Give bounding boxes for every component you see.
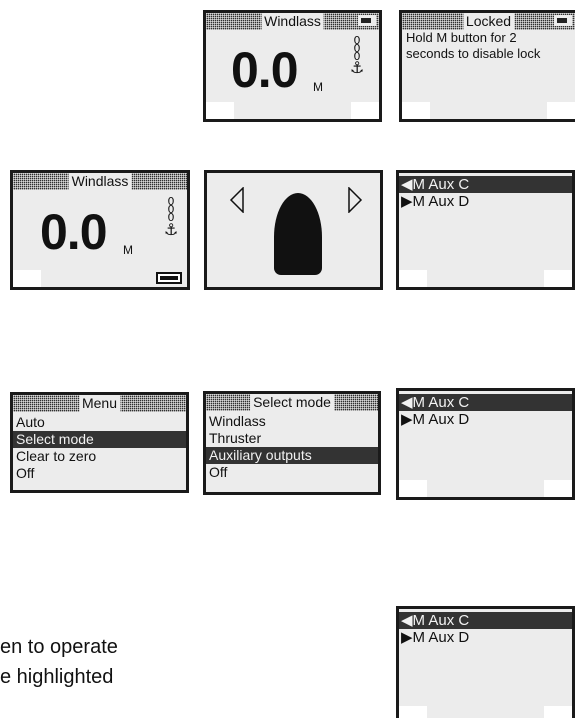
lock-icon — [358, 15, 376, 26]
soft-key-right — [544, 480, 572, 497]
aux-item-label: M Aux D — [412, 629, 470, 646]
screen-title: Menu — [78, 395, 121, 412]
caption-line-2: e highlighted — [0, 666, 114, 688]
lock-message: Hold M button for 2 seconds to disable l… — [406, 30, 541, 61]
locked-screen: Locked Hold M button for 2 seconds to di… — [399, 10, 575, 122]
soft-key-right — [547, 102, 575, 119]
menu-item-clear-to-zero[interactable]: Clear to zero — [13, 448, 186, 465]
menu-list: Auto Select mode Clear to zero Off — [13, 414, 186, 482]
right-arrow-icon: ▶ — [401, 193, 413, 210]
aux-item-label: M Aux C — [412, 612, 470, 629]
anchor-icon: ⚓ — [350, 58, 365, 77]
menu-screen: Menu Auto Select mode Clear to zero Off — [10, 392, 189, 493]
screen-title: Windlass — [261, 13, 324, 30]
lock-icon — [554, 15, 572, 26]
windlass-screen-battery: Windlass 0.0 M 000 ⚓ — [10, 170, 190, 290]
menu-item-off[interactable]: Off — [13, 465, 186, 482]
mode-item-thruster[interactable]: Thruster — [206, 430, 378, 447]
anchor-icon: ⚓ — [164, 220, 179, 239]
aux-list: ◀M Aux C ▶M Aux D — [399, 394, 572, 428]
soft-key-right — [544, 270, 572, 287]
left-arrow-icon: ◀ — [401, 176, 413, 193]
soft-key-left — [402, 102, 430, 119]
aux-output-screen-1: ◀M Aux C ▶M Aux D — [396, 170, 575, 290]
chain-icon: 000 — [167, 195, 175, 224]
aux-output-screen-3: ◀M Aux C ▶M Aux D — [396, 606, 575, 718]
aux-list: ◀M Aux C ▶M Aux D — [399, 176, 572, 210]
screen-header: Locked — [402, 13, 575, 30]
select-mode-screen: Select mode Windlass Thruster Auxiliary … — [203, 391, 381, 495]
soft-key-left — [399, 270, 427, 287]
aux-item-label: M Aux D — [412, 411, 470, 428]
left-arrow-icon: ◀ — [401, 394, 413, 411]
unit-label: M — [123, 243, 133, 257]
soft-key-right — [544, 706, 572, 718]
aux-output-screen-2: ◀M Aux C ▶M Aux D — [396, 388, 575, 500]
windlass-screen-top: Windlass 0.0 M 000 ⚓ — [203, 10, 382, 122]
mode-item-auxiliary-outputs[interactable]: Auxiliary outputs — [206, 447, 378, 464]
left-arrow-icon: ◀ — [401, 612, 413, 629]
aux-item-label: M Aux D — [412, 193, 470, 210]
battery-icon — [156, 272, 182, 284]
aux-item-label: M Aux C — [412, 394, 470, 411]
soft-key-left — [206, 102, 234, 119]
unit-label: M — [313, 80, 323, 94]
thruster-screen — [204, 170, 383, 290]
aux-item-d[interactable]: ▶M Aux D — [399, 411, 572, 428]
right-arrow-icon — [348, 187, 363, 213]
soft-key-left — [13, 270, 41, 287]
aux-list: ◀M Aux C ▶M Aux D — [399, 612, 572, 646]
mode-item-windlass[interactable]: Windlass — [206, 413, 378, 430]
aux-item-label: M Aux C — [412, 176, 470, 193]
caption-line-1: en to operate — [0, 636, 118, 658]
screen-header: Windlass — [206, 13, 379, 30]
menu-item-auto[interactable]: Auto — [13, 414, 186, 431]
screen-header: Select mode — [206, 394, 378, 411]
menu-item-select-mode[interactable]: Select mode — [13, 431, 186, 448]
chain-counter-value: 0.0 — [231, 42, 299, 98]
aux-item-c[interactable]: ◀M Aux C — [399, 612, 572, 629]
screen-title: Select mode — [250, 394, 334, 411]
right-arrow-icon: ▶ — [401, 411, 413, 428]
screen-title: Windlass — [68, 173, 132, 190]
aux-item-d[interactable]: ▶M Aux D — [399, 193, 572, 210]
screen-header: Menu — [13, 395, 186, 412]
soft-key-left — [399, 706, 427, 718]
mode-list: Windlass Thruster Auxiliary outputs Off — [206, 413, 378, 481]
left-arrow-icon — [229, 187, 244, 213]
aux-item-d[interactable]: ▶M Aux D — [399, 629, 572, 646]
boat-hull-icon — [274, 193, 322, 275]
aux-item-c[interactable]: ◀M Aux C — [399, 394, 572, 411]
soft-key-left — [399, 480, 427, 497]
chain-counter-value: 0.0 — [40, 204, 108, 260]
right-arrow-icon: ▶ — [401, 629, 413, 646]
screen-header: Windlass — [13, 173, 187, 190]
screen-title: Locked — [462, 13, 515, 30]
mode-item-off[interactable]: Off — [206, 464, 378, 481]
soft-key-right — [351, 102, 379, 119]
aux-item-c[interactable]: ◀M Aux C — [399, 176, 572, 193]
